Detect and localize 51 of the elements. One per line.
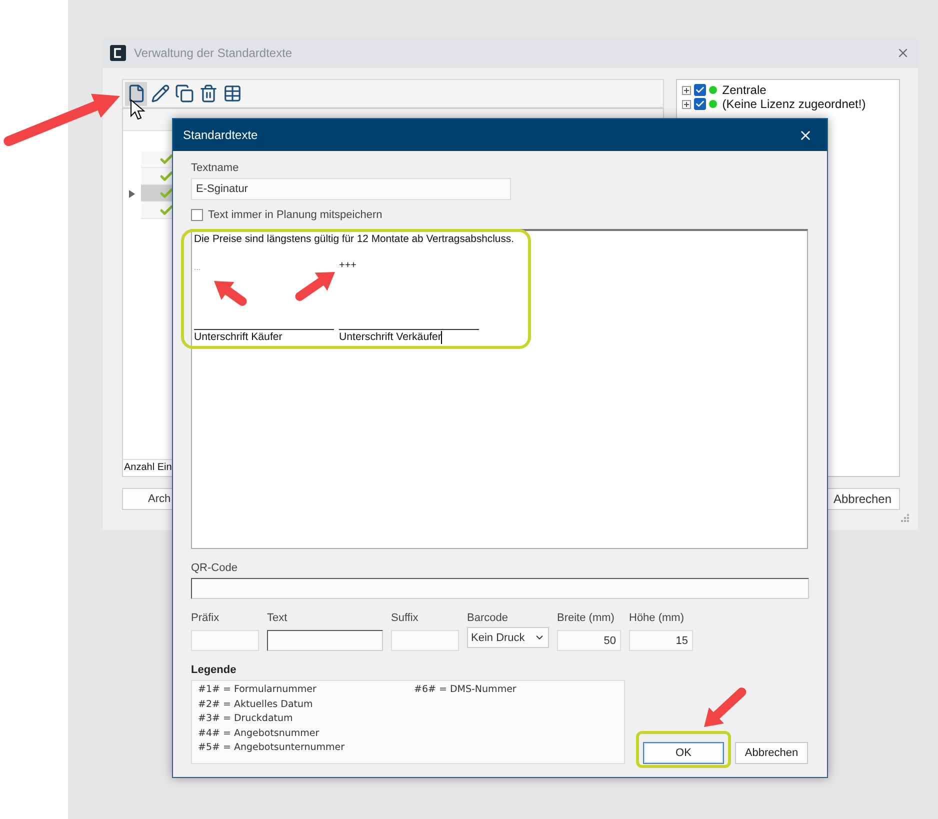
tree-checkbox[interactable]	[694, 84, 706, 96]
placeholder-mark: ...	[194, 262, 201, 274]
check-icon	[159, 168, 174, 184]
resize-grip-icon[interactable]	[900, 513, 910, 523]
input-field[interactable]	[267, 630, 383, 651]
legend-entry: #6# = DMS-Nummer	[414, 683, 518, 697]
window-title: Verwaltung der Standardtexte	[134, 46, 294, 60]
field-label: Suffix	[391, 611, 420, 625]
qr-code-field[interactable]	[191, 578, 809, 599]
legend-entry: #3# = Druckdatum	[198, 712, 294, 726]
tree-checkbox[interactable]	[694, 98, 706, 110]
expand-icon[interactable]	[682, 100, 692, 108]
dialog-title: Standardtexte	[183, 128, 259, 142]
checkbox[interactable]	[191, 209, 203, 221]
status-dot	[709, 86, 718, 94]
legend-entry: #1# = Formularnummer	[198, 683, 318, 697]
field-label: Präfix	[191, 611, 220, 625]
field-label: Breite (mm)	[557, 611, 616, 625]
tree-item[interactable]: Zentrale	[722, 83, 766, 97]
check-icon	[159, 202, 174, 218]
document-button[interactable]	[125, 82, 147, 106]
number-field[interactable]: 50	[557, 630, 621, 651]
legend-entry: #4# = Angebotsnummer	[198, 726, 320, 740]
field-label: QR-Code	[191, 561, 238, 575]
tree-item[interactable]: (Keine Lizenz zugeordnet!)	[722, 97, 866, 111]
editor-text: Die Preise sind längstens gültig für 12 Montate ab Vertragsabshcluss.	[194, 233, 515, 246]
app-logo-icon	[110, 45, 126, 61]
number-field[interactable]: 15	[629, 630, 693, 651]
legend-title: Legende	[191, 663, 238, 677]
placeholder-mark: +++	[339, 260, 357, 272]
ok-button[interactable]: OK	[643, 742, 724, 764]
field-label: Höhe (mm)	[629, 611, 686, 625]
field-label: Textname	[191, 161, 240, 175]
check-icon	[159, 152, 174, 166]
checkbox-label: Text immer in Planung mitspeichern	[208, 208, 382, 222]
legend-entry: #2# = Aktuelles Datum	[198, 698, 314, 712]
check-icon	[159, 186, 174, 200]
signature-label: Unterschrift Käufer	[194, 330, 282, 344]
field-label: Barcode	[467, 611, 509, 625]
legend-entry: #5# = Angebotsunternummer	[198, 741, 346, 755]
cancel-button[interactable]: Abbrechen	[825, 488, 900, 510]
status-dot	[709, 100, 718, 108]
signature-label: Unterschrift Verkäufer	[339, 330, 442, 344]
cancel-button[interactable]: Abbrechen	[735, 742, 808, 764]
barcode-dropdown[interactable]: Kein Druck	[467, 627, 549, 648]
text-cursor	[441, 330, 442, 344]
close-icon[interactable]	[896, 46, 910, 60]
field-label: Text	[267, 611, 288, 625]
text-editor[interactable]: Die Preise sind längstens gültig für 12 Montate ab Vertragsabshcluss. ... Unterschrift Käufer +++ Unterschrift Verkäufer	[191, 229, 808, 549]
expand-icon[interactable]	[682, 86, 692, 94]
textname-field[interactable]: E-Sginatur	[191, 178, 511, 200]
